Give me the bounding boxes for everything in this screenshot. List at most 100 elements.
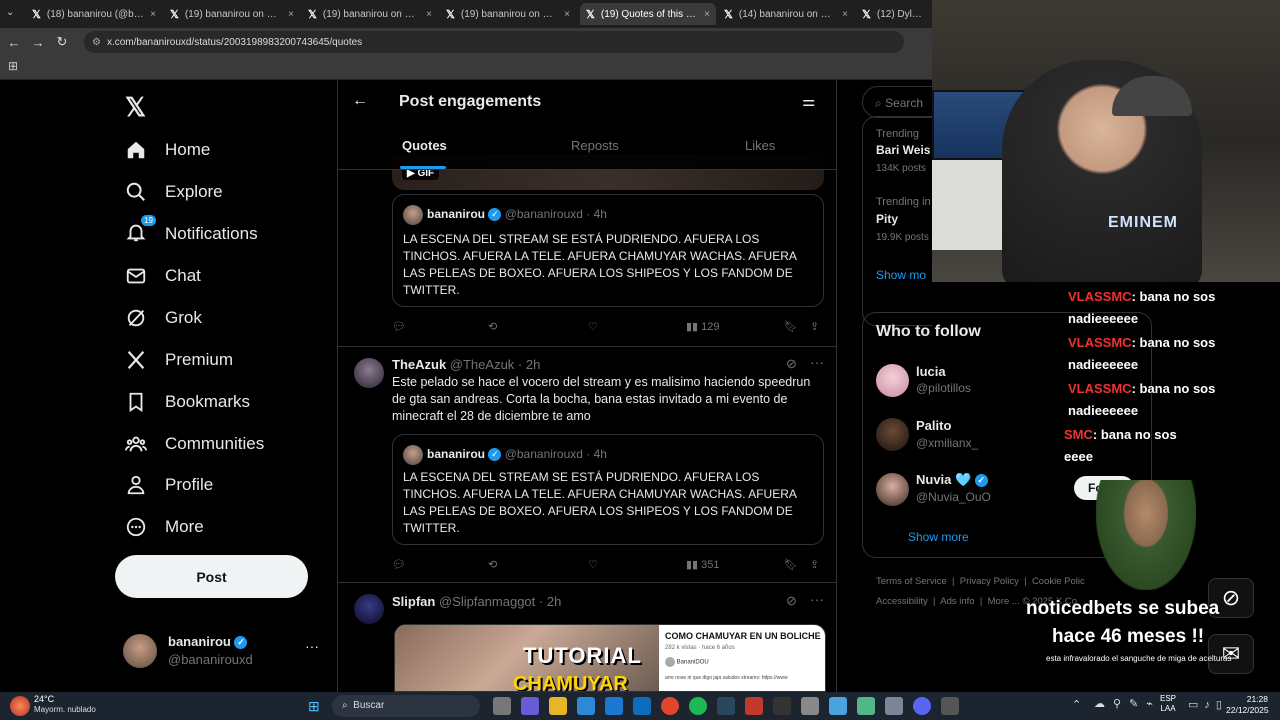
browser-tab[interactable]: 𝕏 (12) Dylantero xyxy=(856,3,932,25)
language-indicator[interactable]: ESP LAA xyxy=(1160,694,1176,714)
edge-icon[interactable] xyxy=(577,697,595,715)
chevron-up-icon[interactable]: ⌃ xyxy=(1072,698,1081,711)
nav-grok[interactable]: Grok xyxy=(125,298,202,338)
browser-tab[interactable]: 𝕏 (18) bananirou (@banani × xyxy=(26,3,162,25)
more-dots-icon[interactable]: ··· xyxy=(810,591,824,607)
browser-tab[interactable]: 𝕏 (19) bananirou on X: "par × xyxy=(440,3,576,25)
like-icon[interactable]: ♡ xyxy=(588,320,598,333)
more-dots-icon[interactable]: ··· xyxy=(305,638,319,654)
close-icon[interactable]: × xyxy=(704,9,710,20)
weather-icon[interactable] xyxy=(10,696,30,716)
show-more-link[interactable]: Show more xyxy=(908,530,969,544)
like-icon[interactable]: ♡ xyxy=(588,558,598,571)
follow-name[interactable]: Nuvia 🩵 xyxy=(916,472,971,487)
author-name[interactable]: Slipfan xyxy=(392,594,435,609)
spotify-icon[interactable] xyxy=(689,697,707,715)
views-count[interactable]: ▮▮ 351 xyxy=(686,558,720,571)
share-icon[interactable]: ⇪ xyxy=(810,558,819,571)
nav-profile[interactable]: Profile xyxy=(125,465,213,505)
back-arrow-icon[interactable]: ← xyxy=(352,92,368,110)
tray-icons[interactable]: ☁⚲✎⌁ xyxy=(1094,697,1161,710)
quoted-post[interactable]: bananirou ✓ @bananirouxd · 4h LA ESCENA … xyxy=(392,194,824,307)
browser-tab-active[interactable]: 𝕏 (19) Quotes of this post / × xyxy=(580,3,716,25)
avatar[interactable] xyxy=(354,358,384,388)
site-info-icon[interactable]: ⚙ xyxy=(92,37,101,48)
app-icon[interactable] xyxy=(773,697,791,715)
media-image[interactable]: TUTORIAL CHAMUYAR COMO CHAMUYAR EN UN BO… xyxy=(394,624,826,692)
network-volume-icons[interactable]: ▭♪▯ xyxy=(1188,698,1228,711)
more-dots-icon[interactable]: ··· xyxy=(810,354,824,370)
forward-icon[interactable]: → xyxy=(26,35,50,50)
copilot-icon[interactable] xyxy=(521,697,539,715)
apps-grid-icon[interactable]: ⊞ xyxy=(8,59,18,73)
footer-link[interactable]: Ads info xyxy=(940,596,974,607)
author-name[interactable]: TheAzuk xyxy=(392,357,446,372)
footer-link[interactable]: Privacy Policy xyxy=(960,576,1019,587)
back-icon[interactable]: ← xyxy=(2,35,26,50)
tab-quotes[interactable]: Quotes xyxy=(402,138,447,153)
app-icon[interactable] xyxy=(745,697,763,715)
grok-icon[interactable]: ⊘ xyxy=(786,356,797,372)
follow-name[interactable]: lucia xyxy=(916,364,946,379)
file-explorer-icon[interactable] xyxy=(549,697,567,715)
nav-communities[interactable]: Communities xyxy=(125,424,264,464)
x-logo-icon[interactable]: 𝕏 xyxy=(125,92,146,123)
taskbar-search[interactable]: ⌕ Buscar xyxy=(332,695,480,717)
nav-explore[interactable]: Explore xyxy=(125,172,223,212)
trend-name[interactable]: Bari Weis xyxy=(876,143,930,157)
footer-link[interactable]: Accessibility xyxy=(876,596,928,607)
share-icon[interactable]: ⇪ xyxy=(810,320,819,333)
app-icon[interactable] xyxy=(857,697,875,715)
settings-icon[interactable] xyxy=(885,697,903,715)
close-icon[interactable]: × xyxy=(426,9,432,20)
footer-link[interactable]: More ... xyxy=(988,596,1020,607)
discord-icon[interactable] xyxy=(913,697,931,715)
avatar[interactable] xyxy=(876,418,909,451)
close-icon[interactable]: × xyxy=(288,9,294,20)
nav-bookmarks[interactable]: Bookmarks xyxy=(125,382,250,422)
app-icon[interactable] xyxy=(829,697,847,715)
avatar[interactable] xyxy=(876,473,909,506)
avatar[interactable] xyxy=(876,364,909,397)
search-field[interactable]: ⌕ Search xyxy=(862,86,932,118)
app-icon[interactable] xyxy=(941,697,959,715)
bookmark-icon[interactable]: 🔖︎ xyxy=(784,320,798,333)
tab-likes[interactable]: Likes xyxy=(745,138,775,153)
reply-icon[interactable]: 💬︎ xyxy=(392,320,406,333)
quoted-post[interactable]: bananirou ✓ @bananirouxd · 4h LA ESCENA … xyxy=(392,434,824,545)
grok-icon[interactable]: ⊘ xyxy=(786,593,797,609)
outlook-icon[interactable] xyxy=(633,697,651,715)
browser-tab[interactable]: 𝕏 (19) bananirou on X: "par × xyxy=(302,3,438,25)
reload-icon[interactable]: ↻ xyxy=(50,34,74,50)
close-icon[interactable]: × xyxy=(564,9,570,20)
close-icon[interactable]: × xyxy=(842,9,848,20)
avatar[interactable] xyxy=(354,594,384,624)
windows-start-icon[interactable]: ⊞ xyxy=(308,698,320,715)
repost-icon[interactable]: ⟲ xyxy=(488,320,497,333)
store-icon[interactable] xyxy=(605,697,623,715)
nav-home[interactable]: Home xyxy=(125,130,210,170)
chrome-icon[interactable] xyxy=(661,697,679,715)
nav-more[interactable]: More xyxy=(125,507,204,547)
repost-icon[interactable]: ⟲ xyxy=(488,558,497,571)
views-count[interactable]: ▮▮ 129 xyxy=(686,320,720,333)
post-button[interactable]: Post xyxy=(115,555,308,598)
reply-icon[interactable]: 💬︎ xyxy=(392,558,406,571)
clock[interactable]: 21:28 22/12/2025 xyxy=(1226,694,1269,716)
footer-link[interactable]: Cookie Polic xyxy=(1032,576,1085,587)
steam-icon[interactable] xyxy=(717,697,735,715)
nav-premium[interactable]: Premium xyxy=(125,340,233,380)
show-more-link[interactable]: Show mo xyxy=(876,268,926,282)
account-switcher[interactable]: bananirou ✓ @bananirouxd ··· xyxy=(123,632,328,672)
browser-tab[interactable]: 𝕏 (19) bananirou on X: "tira × xyxy=(164,3,300,25)
tab-reposts[interactable]: Reposts xyxy=(571,138,619,153)
nav-notifications[interactable]: 19 Notifications xyxy=(125,214,258,254)
follow-name[interactable]: Palito xyxy=(916,418,951,433)
bookmark-icon[interactable]: 🔖︎ xyxy=(784,558,798,571)
tab-list-icon[interactable]: ⌄ xyxy=(6,7,14,18)
trend-name[interactable]: Pity xyxy=(876,212,898,226)
nav-chat[interactable]: Chat xyxy=(125,256,201,296)
close-icon[interactable]: × xyxy=(150,9,156,20)
footer-link[interactable]: Terms of Service xyxy=(876,576,947,587)
app-icon[interactable] xyxy=(801,697,819,715)
